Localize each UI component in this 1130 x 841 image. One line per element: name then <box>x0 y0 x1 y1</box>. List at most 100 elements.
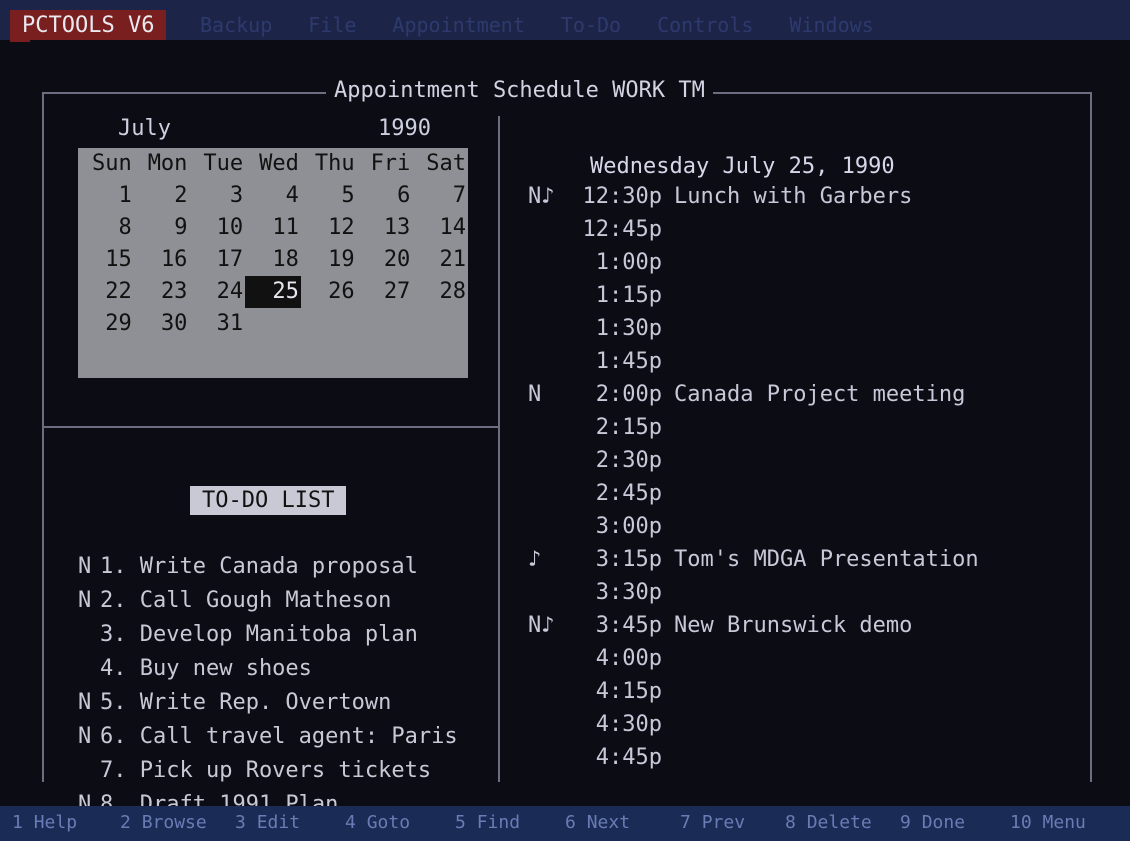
calendar-week: 1 2 3 4 5 6 7 <box>78 180 468 212</box>
todo-item[interactable]: 3. Develop Manitoba plan <box>78 618 498 652</box>
fkey-label: Help <box>33 812 78 833</box>
schedule-row[interactable]: 4:30p <box>528 708 1088 741</box>
schedule-row[interactable]: 3:30p <box>528 576 1088 609</box>
schedule-marker <box>528 708 578 741</box>
fkey-2[interactable]: 2 Browse <box>120 812 207 833</box>
calendar-day[interactable]: 24 <box>189 276 245 308</box>
schedule-row[interactable]: 2:30p <box>528 444 1088 477</box>
fkey-label: Done <box>921 812 966 833</box>
fkey-6[interactable]: 6 Next <box>565 812 630 833</box>
schedule-row[interactable]: 2:45p <box>528 477 1088 510</box>
schedule-row[interactable]: 4:00p <box>528 642 1088 675</box>
schedule-row[interactable]: 1:45p <box>528 345 1088 378</box>
todo-item[interactable]: N 6. Call travel agent: Paris <box>78 720 498 754</box>
schedule-row[interactable]: 4:45p <box>528 741 1088 774</box>
calendar-day[interactable]: 13 <box>357 212 413 244</box>
calendar-day[interactable]: 14 <box>412 212 468 244</box>
schedule-marker <box>528 741 578 774</box>
main-window: Appointment Schedule WORK TM July 1990 S… <box>30 40 1110 817</box>
schedule-row[interactable]: 3:00p <box>528 510 1088 543</box>
fkey-number: 2 <box>120 812 131 833</box>
calendar-day[interactable]: 28 <box>412 276 468 308</box>
calendar-day[interactable]: 12 <box>301 212 357 244</box>
calendar-day[interactable]: 29 <box>78 308 134 340</box>
fkey-1[interactable]: 1 Help <box>12 812 77 833</box>
menu-todo[interactable]: To-Do <box>561 13 621 37</box>
schedule-row[interactable]: 1:00p <box>528 246 1088 279</box>
schedule-row[interactable]: N♪ 3:45p New Brunswick demo <box>528 609 1088 642</box>
fkey-9[interactable]: 9 Done <box>900 812 965 833</box>
schedule-event <box>662 477 674 510</box>
schedule-event: New Brunswick demo <box>674 613 913 638</box>
calendar-day[interactable]: 7 <box>412 180 468 212</box>
calendar-day[interactable]: 30 <box>134 308 190 340</box>
calendar-day[interactable] <box>301 308 357 340</box>
calendar: July 1990 Sun Mon Tue Wed Thu Fri Sat 1 … <box>78 110 498 380</box>
fkey-3[interactable]: 3 Edit <box>235 812 300 833</box>
calendar-day[interactable]: 5 <box>301 180 357 212</box>
calendar-day[interactable]: 22 <box>78 276 134 308</box>
schedule-row[interactable]: 4:15p <box>528 675 1088 708</box>
schedule-row[interactable]: 1:15p <box>528 279 1088 312</box>
menu-appointment[interactable]: Appointment <box>392 13 524 37</box>
schedule-row[interactable]: N♪ 12:30p Lunch with Garbers <box>528 180 1088 213</box>
calendar-day[interactable] <box>357 308 413 340</box>
schedule-row[interactable]: N 2:00p Canada Project meeting <box>528 378 1088 411</box>
calendar-day[interactable] <box>245 308 301 340</box>
schedule-row[interactable]: 2:15p <box>528 411 1088 444</box>
schedule-event <box>662 741 674 774</box>
calendar-week: 29 30 31 <box>78 308 468 340</box>
calendar-day[interactable]: 23 <box>134 276 190 308</box>
menu-file[interactable]: File <box>308 13 356 37</box>
calendar-day[interactable]: 11 <box>245 212 301 244</box>
fkey-label: Next <box>586 812 631 833</box>
todo-item[interactable]: 7. Pick up Rovers tickets <box>78 754 498 788</box>
fkey-4[interactable]: 4 Goto <box>345 812 410 833</box>
weekday: Wed <box>259 151 299 176</box>
menu-bar: PCTOOLS V6 Backup File Appointment To-Do… <box>0 0 1130 42</box>
schedule-row[interactable]: 1:30p <box>528 312 1088 345</box>
schedule-time: 4:45p <box>595 745 662 770</box>
schedule-marker <box>528 279 578 312</box>
schedule-row[interactable]: 12:45p <box>528 213 1088 246</box>
calendar-day[interactable]: 2 <box>134 180 190 212</box>
calendar-day[interactable]: 10 <box>189 212 245 244</box>
calendar-day[interactable]: 19 <box>301 244 357 276</box>
calendar-week: 8 9 10 11 12 13 14 <box>78 212 468 244</box>
menu-windows[interactable]: Windows <box>789 13 873 37</box>
calendar-day[interactable]: 1 <box>78 180 134 212</box>
calendar-day[interactable]: 6 <box>357 180 413 212</box>
calendar-day[interactable]: 4 <box>245 180 301 212</box>
schedule-time: 3:45p <box>595 613 662 638</box>
weekday: Sat <box>426 151 467 176</box>
weekday: Tue <box>203 151 244 176</box>
todo-item[interactable]: N 2. Call Gough Matheson <box>78 584 498 618</box>
todo-item[interactable]: N 5. Write Rep. Overtown <box>78 686 498 720</box>
weekday: Sun <box>91 151 132 176</box>
fkey-5[interactable]: 5 Find <box>455 812 520 833</box>
schedule-row[interactable]: ♪ 3:15p Tom's MDGA Presentation <box>528 543 1088 576</box>
menu-controls[interactable]: Controls <box>657 13 753 37</box>
calendar-day[interactable]: 18 <box>245 244 301 276</box>
fkey-10[interactable]: 10 Menu <box>1010 812 1086 833</box>
calendar-day[interactable] <box>412 308 468 340</box>
calendar-day[interactable]: 31 <box>189 308 245 340</box>
calendar-day[interactable]: 21 <box>412 244 468 276</box>
horizontal-divider <box>42 426 500 428</box>
calendar-day-selected[interactable]: 25 <box>245 276 301 308</box>
fkey-8[interactable]: 8 Delete <box>785 812 872 833</box>
calendar-day[interactable]: 8 <box>78 212 134 244</box>
calendar-day[interactable]: 3 <box>189 180 245 212</box>
schedule-event <box>662 312 674 345</box>
calendar-day[interactable]: 26 <box>301 276 357 308</box>
calendar-day[interactable]: 15 <box>78 244 134 276</box>
menu-backup[interactable]: Backup <box>200 13 272 37</box>
calendar-day[interactable]: 9 <box>134 212 190 244</box>
todo-item[interactable]: N 1. Write Canada proposal <box>78 550 498 584</box>
todo-item[interactable]: 4. Buy new shoes <box>78 652 498 686</box>
calendar-day[interactable]: 16 <box>134 244 190 276</box>
fkey-7[interactable]: 7 Prev <box>680 812 745 833</box>
calendar-day[interactable]: 20 <box>357 244 413 276</box>
calendar-day[interactable]: 17 <box>189 244 245 276</box>
calendar-day[interactable]: 27 <box>357 276 413 308</box>
